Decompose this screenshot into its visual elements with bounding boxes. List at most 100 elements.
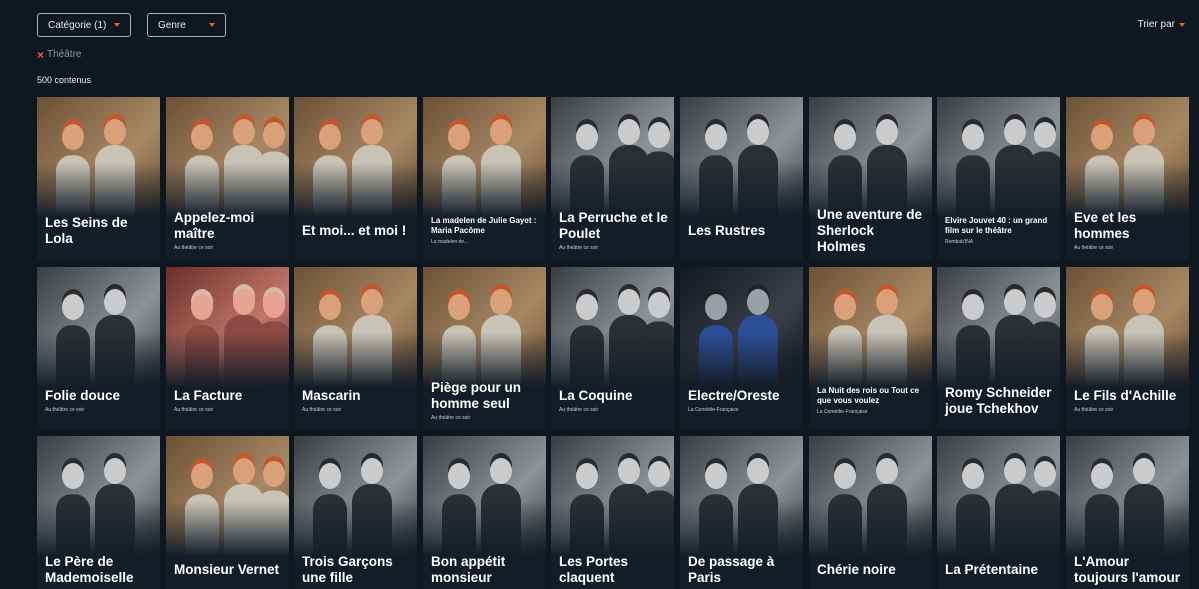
content-card[interactable]: Eve et les hommes Au théâtre ce soir bbox=[1066, 97, 1189, 260]
result-count: 500 contenus bbox=[37, 75, 92, 85]
figure-head bbox=[62, 293, 84, 320]
content-card[interactable]: Le Père de Mademoiselle bbox=[37, 436, 160, 589]
card-text: La Prétentaine bbox=[945, 540, 1054, 589]
card-thumbnail bbox=[294, 436, 417, 556]
content-card[interactable]: Une aventure de Sherlock Holmes bbox=[809, 97, 932, 260]
card-thumbnail bbox=[37, 436, 160, 556]
card-subtitle: Rembob'INA bbox=[945, 239, 974, 245]
card-title: Romy Schneider joue Tchekhov bbox=[945, 384, 1052, 416]
content-card[interactable]: La madelen de Julie Gayet : Maria Pacôme… bbox=[423, 97, 546, 260]
card-text: Chérie noire bbox=[817, 540, 926, 589]
card-text: Les Seins de Lola bbox=[45, 201, 154, 260]
content-card[interactable]: Mascarin Au théâtre ce soir bbox=[294, 267, 417, 430]
card-thumbnail bbox=[551, 97, 674, 217]
card-thumbnail bbox=[809, 267, 932, 387]
card-thumbnail bbox=[680, 436, 803, 556]
figure-head bbox=[490, 289, 512, 315]
card-subtitle: Au théâtre ce soir bbox=[45, 407, 85, 413]
card-title: La Coquine bbox=[559, 388, 633, 403]
content-card[interactable]: Elvire Jouvet 40 : un grand film sur le … bbox=[937, 97, 1060, 260]
figure-head bbox=[191, 293, 213, 320]
content-card[interactable]: Folie douce Au théâtre ce soir bbox=[37, 267, 160, 430]
figure-head bbox=[834, 123, 856, 150]
content-card[interactable]: Chérie noire bbox=[809, 436, 932, 589]
category-dropdown[interactable]: Catégorie (1) bbox=[37, 13, 131, 37]
content-card[interactable]: La Prétentaine bbox=[937, 436, 1060, 589]
card-title: Les Rustres bbox=[688, 222, 766, 238]
figure-head bbox=[490, 458, 512, 484]
filter-bar: Catégorie (1) Genre Trier par bbox=[37, 13, 1199, 37]
figure-head bbox=[319, 123, 341, 150]
active-filter-label: Théâtre bbox=[47, 49, 82, 60]
content-card[interactable]: L'Amour toujours l'amour bbox=[1066, 436, 1189, 589]
content-card[interactable]: Monsieur Vernet bbox=[166, 436, 289, 589]
content-card[interactable]: La Perruche et le Poulet Au théâtre ce so… bbox=[551, 97, 674, 260]
figure-head bbox=[319, 293, 341, 320]
sort-dropdown[interactable]: Trier par bbox=[1138, 19, 1185, 30]
card-text: Electre/Oreste La Comédie-Française bbox=[688, 371, 797, 430]
card-title: Une aventure de Sherlock Holmes bbox=[817, 206, 923, 254]
figure-head bbox=[1091, 123, 1113, 150]
card-thumbnail bbox=[551, 436, 674, 556]
card-text: Eve et les hommes Au théâtre ce soir bbox=[1074, 201, 1183, 260]
figure-head bbox=[104, 458, 126, 484]
card-text: Romy Schneider joue Tchekhov bbox=[945, 371, 1054, 430]
card-subtitle: Au théâtre ce soir bbox=[1074, 407, 1114, 413]
figure-head bbox=[747, 119, 769, 145]
figure-head bbox=[233, 458, 255, 484]
card-thumbnail bbox=[423, 436, 546, 556]
figure-head bbox=[104, 119, 126, 145]
card-text: Piège pour un homme seul Au théâtre ce so… bbox=[431, 371, 540, 430]
figure-head bbox=[618, 119, 640, 145]
content-card[interactable]: De passage à Paris bbox=[680, 436, 803, 589]
card-subtitle: Au théâtre ce soir bbox=[174, 245, 214, 251]
figure-head bbox=[876, 119, 898, 145]
card-title: Trois Garçons une fille bbox=[302, 553, 393, 585]
genre-dropdown[interactable]: Genre bbox=[147, 13, 226, 37]
content-card[interactable]: Les Seins de Lola bbox=[37, 97, 160, 260]
chevron-down-icon bbox=[1179, 22, 1185, 27]
card-title: La Nuit des rois ou Tout ce que vous vou… bbox=[817, 386, 920, 405]
content-card[interactable]: Electre/Oreste La Comédie-Française bbox=[680, 267, 803, 430]
figure-head bbox=[576, 293, 598, 320]
card-title: Chérie noire bbox=[817, 561, 896, 577]
card-title: Les Portes claquent bbox=[559, 553, 629, 585]
figure-head bbox=[962, 123, 984, 150]
card-thumbnail bbox=[166, 267, 289, 387]
card-text: Le Père de Mademoiselle bbox=[45, 540, 154, 589]
figure-head bbox=[747, 458, 769, 484]
content-card[interactable]: Et moi... et moi ! bbox=[294, 97, 417, 260]
card-thumbnail bbox=[551, 267, 674, 387]
card-title: Folie douce bbox=[45, 388, 121, 403]
card-title: La Facture bbox=[174, 388, 243, 403]
figure-head bbox=[361, 119, 383, 145]
content-card[interactable]: Trois Garçons une fille bbox=[294, 436, 417, 589]
active-filter-chip[interactable]: × Théâtre bbox=[37, 49, 82, 61]
close-icon[interactable]: × bbox=[37, 49, 44, 61]
card-subtitle: Au théâtre ce soir bbox=[559, 245, 599, 251]
figure-head bbox=[263, 461, 285, 487]
card-text: Les Rustres bbox=[688, 201, 797, 260]
card-title: La Prétentaine bbox=[945, 561, 1039, 577]
figure-head bbox=[319, 462, 341, 489]
content-card[interactable]: Bon appétit monsieur bbox=[423, 436, 546, 589]
figure-head bbox=[191, 462, 213, 489]
content-card[interactable]: Piège pour un homme seul Au théâtre ce so… bbox=[423, 267, 546, 430]
chevron-down-icon bbox=[114, 23, 120, 27]
card-text: Appelez-moi maître Au théâtre ce soir bbox=[174, 201, 283, 260]
card-thumbnail bbox=[1066, 97, 1189, 217]
content-card[interactable]: La Coquine Au théâtre ce soir bbox=[551, 267, 674, 430]
content-card[interactable]: Les Rustres bbox=[680, 97, 803, 260]
card-thumbnail bbox=[37, 97, 160, 217]
content-card[interactable]: La Nuit des rois ou Tout ce que vous vou… bbox=[809, 267, 932, 430]
content-card[interactable]: Romy Schneider joue Tchekhov bbox=[937, 267, 1060, 430]
content-card[interactable]: Appelez-moi maître Au théâtre ce soir bbox=[166, 97, 289, 260]
figure-head bbox=[1034, 461, 1056, 487]
card-thumbnail bbox=[423, 97, 546, 217]
content-card[interactable]: Les Portes claquent bbox=[551, 436, 674, 589]
card-subtitle: Au théâtre ce soir bbox=[302, 407, 342, 413]
figure-head bbox=[1133, 289, 1155, 315]
content-card[interactable]: La Facture Au théâtre ce soir bbox=[166, 267, 289, 430]
content-card[interactable]: Le Fils d'Achille Au théâtre ce soir bbox=[1066, 267, 1189, 430]
card-title: Et moi... et moi ! bbox=[302, 222, 407, 238]
